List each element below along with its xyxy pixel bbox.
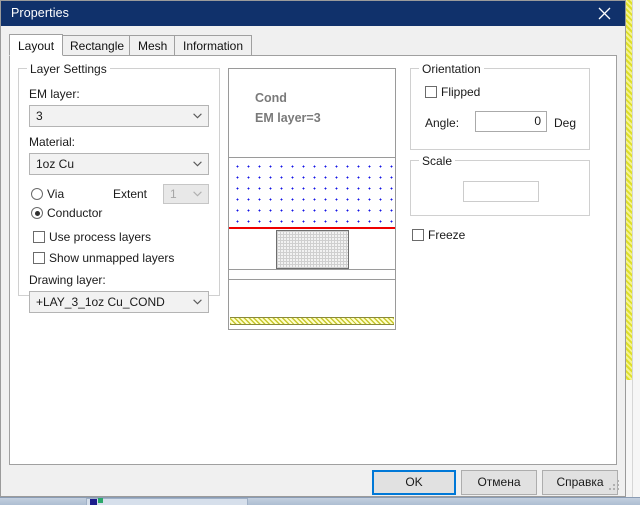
material-label: Material: — [29, 135, 76, 149]
radio-via-label: Via — [47, 187, 65, 201]
resize-grip[interactable] — [609, 480, 623, 494]
dialog-body: Layout Rectangle Mesh Information Layer … — [1, 26, 625, 496]
tab-page-layout: Layer Settings EM layer: 3 Material: 1oz… — [9, 55, 617, 465]
chevron-down-icon — [193, 299, 202, 305]
screen: Properties Layout Rectangle Mesh Informa… — [0, 0, 640, 505]
radio-via-indicator — [31, 188, 43, 200]
orientation-group: Orientation Flipped Angle: 0 Deg — [410, 62, 590, 150]
ok-button[interactable]: OK — [372, 470, 456, 495]
orientation-group-title: Orientation — [419, 62, 484, 76]
checkbox-flipped-label: Flipped — [441, 85, 481, 99]
checkbox-use-process-layers-indicator — [33, 231, 45, 243]
angle-label: Angle: — [425, 116, 460, 130]
checkbox-show-unmapped-layers-label: Show unmapped layers — [49, 251, 175, 265]
extent-label: Extent — [113, 187, 148, 201]
tab-rectangle[interactable]: Rectangle — [61, 35, 134, 56]
material-combobox[interactable]: 1oz Cu — [29, 153, 209, 175]
tab-layout[interactable]: Layout — [9, 34, 64, 56]
tab-bar: Layout Rectangle Mesh Information — [9, 34, 617, 56]
chevron-down-icon — [193, 161, 202, 167]
preview-layer-line-2 — [229, 279, 395, 280]
scale-group-title: Scale — [419, 154, 456, 168]
cancel-button[interactable]: Отмена — [461, 470, 537, 495]
preview-interface-line — [229, 227, 395, 229]
chevron-down-icon — [193, 191, 202, 197]
preview-label-type: Cond — [255, 91, 287, 105]
radio-conductor-label: Conductor — [47, 206, 103, 220]
taskbar-app-icon-overlay — [98, 498, 103, 503]
preview-label-layer: EM layer=3 — [255, 111, 321, 125]
drawing-layer-value: +LAY_3_1oz Cu_COND — [36, 295, 165, 309]
preview-ground-plane — [230, 317, 394, 325]
properties-dialog: Properties Layout Rectangle Mesh Informa… — [0, 0, 626, 497]
checkbox-show-unmapped-layers-indicator — [33, 252, 45, 264]
extent-combobox: 1 — [163, 184, 209, 204]
checkbox-flipped-indicator — [425, 86, 437, 98]
tab-information[interactable]: Information — [174, 35, 253, 56]
layer-settings-group: Layer Settings EM layer: 3 Material: 1oz… — [18, 62, 220, 313]
angle-unit-label: Deg — [554, 116, 577, 130]
scale-group: Scale — [410, 154, 590, 216]
material-value: 1oz Cu — [36, 157, 75, 171]
preview-conductor-block — [276, 230, 349, 269]
help-button[interactable]: Справка — [542, 470, 618, 495]
tab-mesh[interactable]: Mesh — [129, 35, 177, 56]
scale-input[interactable] — [463, 181, 539, 202]
drawing-layer-combobox[interactable]: +LAY_3_1oz Cu_COND — [29, 291, 209, 313]
drawing-layer-label: Drawing layer: — [29, 273, 106, 287]
radio-conductor-indicator — [31, 207, 43, 219]
angle-input[interactable]: 0 — [475, 111, 547, 132]
close-icon[interactable] — [583, 1, 625, 26]
preview-layer-line-1 — [229, 269, 395, 270]
em-layer-combobox[interactable]: 3 — [29, 105, 209, 127]
checkbox-use-process-layers-label: Use process layers — [49, 230, 152, 244]
em-layer-value: 3 — [36, 109, 43, 123]
checkbox-freeze-label: Freeze — [428, 228, 466, 242]
dialog-title: Properties — [11, 6, 69, 20]
layer-stackup-preview: Cond EM layer=3 — [228, 68, 396, 330]
layer-settings-group-title: Layer Settings — [27, 62, 110, 76]
preview-dielectric-dots — [229, 157, 395, 227]
taskbar-window-button[interactable] — [86, 498, 248, 505]
taskbar-app-icon — [90, 499, 97, 505]
em-layer-label: EM layer: — [29, 87, 80, 101]
angle-value: 0 — [534, 114, 541, 128]
checkbox-freeze-indicator — [412, 229, 424, 241]
chevron-down-icon — [193, 113, 202, 119]
extent-value: 1 — [170, 187, 177, 201]
background-vertical-scrollbar[interactable] — [632, 0, 640, 505]
dialog-titlebar[interactable]: Properties — [1, 1, 625, 26]
